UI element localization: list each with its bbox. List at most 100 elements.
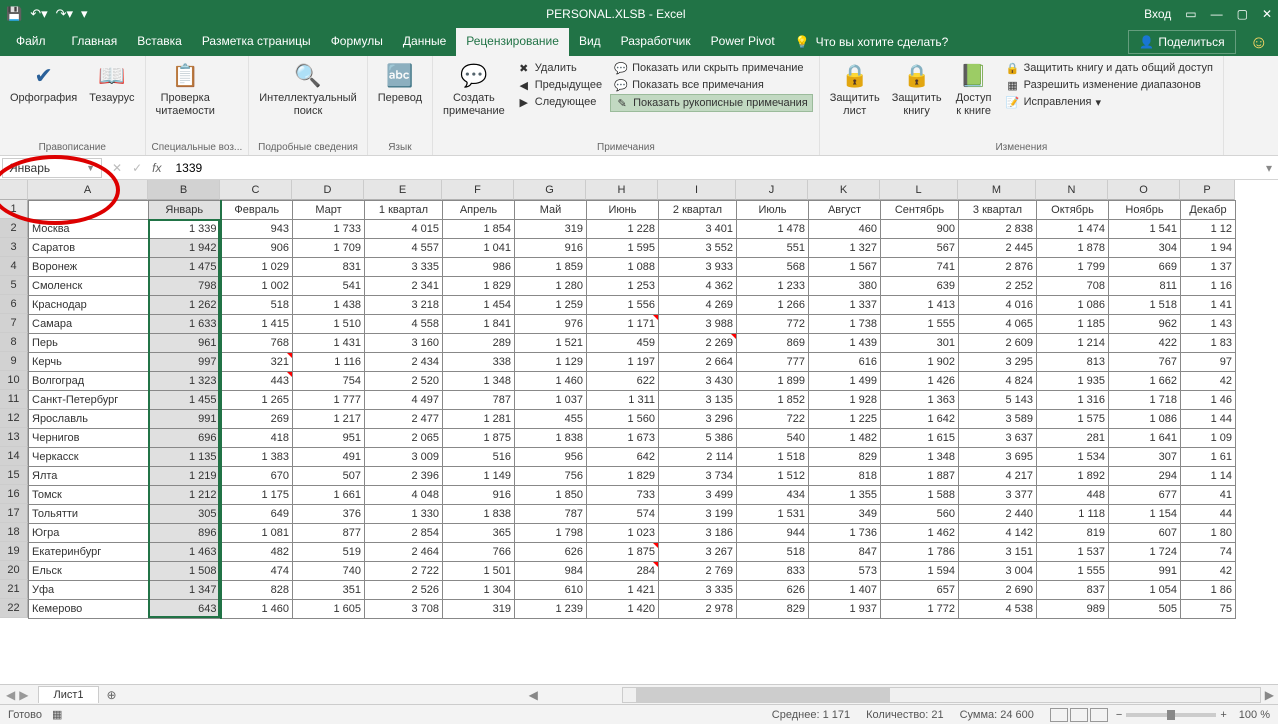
cell[interactable]: 670	[221, 467, 293, 486]
cell[interactable]: 518	[221, 296, 293, 315]
cell[interactable]: 3 151	[959, 543, 1037, 562]
cell[interactable]: Июнь	[587, 201, 659, 220]
cell[interactable]: 1 510	[293, 315, 365, 334]
cell[interactable]: 626	[737, 581, 809, 600]
cell[interactable]: 1 829	[587, 467, 659, 486]
cell[interactable]: 4 065	[959, 315, 1037, 334]
cell[interactable]: 818	[809, 467, 881, 486]
cell[interactable]: 3 499	[659, 486, 737, 505]
cell[interactable]: 1 421	[587, 581, 659, 600]
cell[interactable]: 1 43	[1181, 315, 1236, 334]
cancel-icon[interactable]: ✕	[112, 161, 122, 175]
cell[interactable]: 1 935	[1037, 372, 1109, 391]
cell[interactable]: 1 86	[1181, 581, 1236, 600]
cell[interactable]: Черкасск	[29, 448, 149, 467]
prev-comment-button[interactable]: ◀Предыдущее	[513, 77, 606, 93]
cell[interactable]: 2 396	[365, 467, 443, 486]
zoom-level[interactable]: 100 %	[1239, 709, 1270, 721]
cell[interactable]: 1 413	[881, 296, 959, 315]
col-header-G[interactable]: G	[514, 180, 586, 200]
cell[interactable]: 1 633	[149, 315, 221, 334]
cell[interactable]: 643	[149, 600, 221, 619]
cell[interactable]: 1 46	[1181, 391, 1236, 410]
cell[interactable]: 1 304	[443, 581, 515, 600]
cell[interactable]: Ярославль	[29, 410, 149, 429]
spreadsheet-grid[interactable]: ABCDEFGHIJKLMNOP 12345678910111213141516…	[0, 180, 1278, 680]
cell[interactable]: 1 171	[587, 315, 659, 334]
cell[interactable]: 3 933	[659, 258, 737, 277]
cell[interactable]: 1 838	[515, 429, 587, 448]
cell[interactable]: 1 537	[1037, 543, 1109, 562]
cell[interactable]: 4 048	[365, 486, 443, 505]
cell[interactable]: Москва	[29, 220, 149, 239]
cell[interactable]: 443	[221, 372, 293, 391]
cell[interactable]: 1 041	[443, 239, 515, 258]
cell[interactable]: 1 086	[1037, 296, 1109, 315]
cell[interactable]: 289	[443, 334, 515, 353]
cell[interactable]: 1 281	[443, 410, 515, 429]
cell[interactable]: 1 673	[587, 429, 659, 448]
cell[interactable]: 997	[149, 353, 221, 372]
cell[interactable]: 1 323	[149, 372, 221, 391]
cell[interactable]: 1 875	[587, 543, 659, 562]
cell[interactable]: 541	[293, 277, 365, 296]
cell[interactable]: 42	[1181, 372, 1236, 391]
row-header-14[interactable]: 14	[0, 447, 28, 466]
cell[interactable]: 2 722	[365, 562, 443, 581]
cell[interactable]: Смоленск	[29, 277, 149, 296]
cell[interactable]: Волгоград	[29, 372, 149, 391]
cell[interactable]: 1 088	[587, 258, 659, 277]
cell[interactable]: 1 454	[443, 296, 515, 315]
tab-data[interactable]: Данные	[393, 28, 456, 56]
thesaurus-button[interactable]: 📖 Тезаурус	[85, 60, 138, 107]
macro-record-icon[interactable]: ▦	[52, 708, 62, 721]
cell[interactable]: 754	[293, 372, 365, 391]
cell[interactable]: 1 878	[1037, 239, 1109, 258]
cell[interactable]: 984	[515, 562, 587, 581]
enter-icon[interactable]: ✓	[132, 161, 142, 175]
cell[interactable]: 1 175	[221, 486, 293, 505]
cell[interactable]: 811	[1109, 277, 1181, 296]
row-header-9[interactable]: 9	[0, 352, 28, 371]
cell[interactable]: 1 438	[293, 296, 365, 315]
cell[interactable]: 756	[515, 467, 587, 486]
cell[interactable]: 4 538	[959, 600, 1037, 619]
cell[interactable]: 669	[1109, 258, 1181, 277]
cell[interactable]: 4 497	[365, 391, 443, 410]
cell[interactable]: 4 269	[659, 296, 737, 315]
cell[interactable]: 1 439	[809, 334, 881, 353]
readability-button[interactable]: 📋 Проверкачитаемости	[152, 60, 219, 120]
cell[interactable]: Кемерово	[29, 600, 149, 619]
hscroll-right-icon[interactable]: ▶	[1261, 688, 1278, 702]
tab-powerpivot[interactable]: Power Pivot	[701, 28, 785, 56]
cell[interactable]: 1 541	[1109, 220, 1181, 239]
cell[interactable]: 4 142	[959, 524, 1037, 543]
cell[interactable]: 269	[221, 410, 293, 429]
col-header-B[interactable]: B	[148, 180, 220, 200]
cell[interactable]: 2 854	[365, 524, 443, 543]
cell[interactable]: 833	[737, 562, 809, 581]
cell[interactable]: 4 558	[365, 315, 443, 334]
protect-workbook-button[interactable]: 🔒 Защититькнигу	[888, 60, 946, 120]
cell[interactable]: 1 892	[1037, 467, 1109, 486]
show-comment-button[interactable]: 💬Показать или скрыть примечание	[610, 60, 813, 76]
show-ink-button[interactable]: ✎Показать рукописные примечания	[610, 94, 813, 112]
cell[interactable]: 304	[1109, 239, 1181, 258]
cell[interactable]: 622	[587, 372, 659, 391]
cell[interactable]: 44	[1181, 505, 1236, 524]
cell[interactable]: Воронеж	[29, 258, 149, 277]
cell[interactable]: 1 214	[1037, 334, 1109, 353]
cell[interactable]: 1 149	[443, 467, 515, 486]
cell[interactable]: 4 362	[659, 277, 737, 296]
cell[interactable]: 459	[587, 334, 659, 353]
cell[interactable]: Екатеринбург	[29, 543, 149, 562]
cell[interactable]: Саратов	[29, 239, 149, 258]
cell[interactable]: 1 899	[737, 372, 809, 391]
cell[interactable]: 1 129	[515, 353, 587, 372]
name-box[interactable]: Январь ▼	[2, 158, 102, 178]
cell[interactable]: 1 521	[515, 334, 587, 353]
cell[interactable]: 1 415	[221, 315, 293, 334]
zoom-slider[interactable]: − + 100 %	[1116, 709, 1270, 721]
cell[interactable]: 1 037	[515, 391, 587, 410]
cell[interactable]: 1 80	[1181, 524, 1236, 543]
